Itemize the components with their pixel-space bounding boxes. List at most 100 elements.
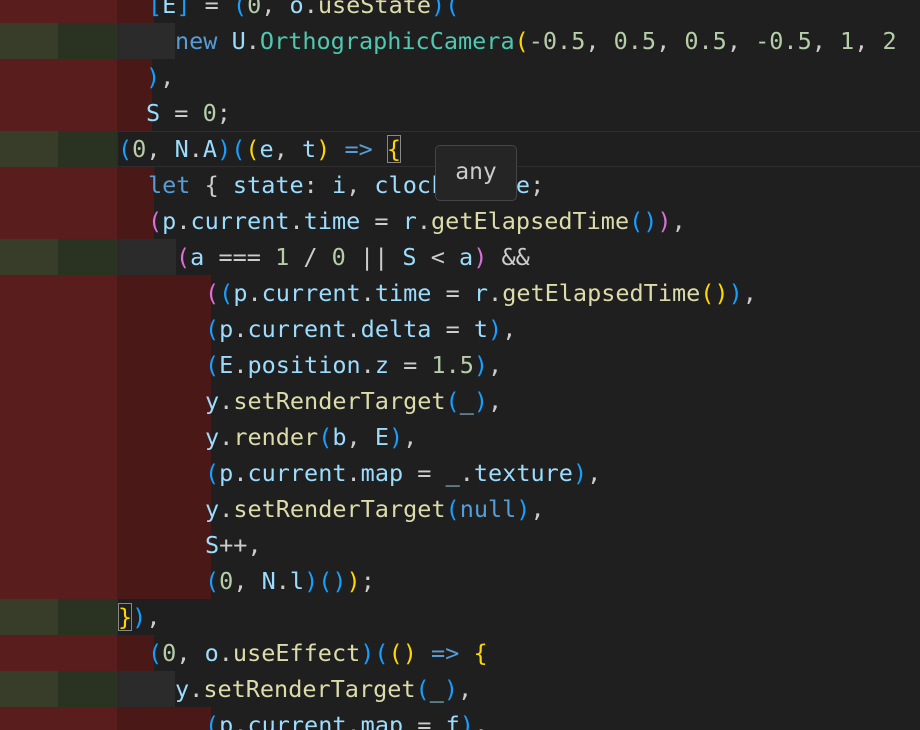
- code-text[interactable]: y.setRenderTarget(_),: [205, 383, 502, 419]
- code-token: ,: [585, 27, 614, 55]
- code-token: &&: [487, 243, 530, 271]
- code-text[interactable]: ),: [146, 59, 174, 95]
- code-text[interactable]: y.setRenderTarget(null),: [205, 491, 545, 527]
- code-token: <: [416, 243, 460, 271]
- code-token: 1: [840, 27, 855, 55]
- code-line[interactable]: (0, N.l)());: [0, 563, 920, 599]
- diff-gutter-marker: [58, 563, 117, 599]
- diff-gutter: [0, 59, 58, 95]
- code-token: S: [402, 243, 417, 271]
- code-line[interactable]: (p.current.delta = t),: [0, 311, 920, 347]
- code-text[interactable]: (p.current.time = r.getElapsedTime()),: [148, 203, 686, 239]
- code-token: b: [332, 423, 347, 451]
- indent-guide-region: [117, 671, 175, 707]
- diff-gutter: [0, 455, 58, 491]
- type-hover-tooltip: any: [435, 145, 517, 201]
- code-token: .: [303, 0, 318, 19]
- code-token: (: [415, 675, 430, 703]
- code-token: ,: [530, 495, 545, 523]
- code-token: .: [416, 207, 432, 235]
- code-token: ]: [176, 0, 191, 19]
- code-token: ): [332, 567, 347, 595]
- code-text[interactable]: (p.current.map = f),: [205, 707, 488, 730]
- code-token: (: [118, 135, 133, 163]
- code-line[interactable]: y.setRenderTarget(null),: [0, 491, 920, 527]
- code-line[interactable]: (E.position.z = 1.5),: [0, 347, 920, 383]
- code-token: texture: [473, 459, 573, 487]
- code-token: /: [289, 243, 332, 271]
- diff-gutter-marker: [58, 527, 117, 563]
- code-token: N: [261, 567, 276, 595]
- code-token: .: [219, 423, 234, 451]
- code-token: ): [217, 135, 232, 163]
- code-token: ): [657, 207, 672, 235]
- diff-gutter: [0, 275, 58, 311]
- code-token: ;: [360, 567, 375, 595]
- diff-gutter: [0, 239, 58, 275]
- code-line[interactable]: y.render(b, E),: [0, 419, 920, 455]
- code-token: =: [431, 315, 474, 343]
- code-text[interactable]: (a === 1 / 0 || S < a) &&: [176, 239, 530, 275]
- diff-removed-highlight: [117, 527, 211, 563]
- code-text[interactable]: [E] = (0, o.useState)(: [148, 0, 459, 23]
- code-token: p: [162, 207, 177, 235]
- code-line[interactable]: (a === 1 / 0 || S < a) &&: [0, 239, 920, 275]
- code-token: (: [232, 0, 248, 19]
- code-line[interactable]: (p.current.map = _.texture),: [0, 455, 920, 491]
- diff-removed-highlight: [117, 275, 211, 311]
- code-text[interactable]: y.render(b, E),: [205, 419, 417, 455]
- code-text[interactable]: S = 0;: [146, 95, 231, 131]
- diff-gutter: [0, 599, 58, 635]
- code-line[interactable]: S++,: [0, 527, 920, 563]
- diff-removed-highlight: [117, 347, 211, 383]
- code-line[interactable]: new U.OrthographicCamera(-0.5, 0.5, 0.5,…: [0, 23, 920, 59]
- diff-gutter: [0, 671, 58, 707]
- code-token: r: [402, 207, 417, 235]
- code-token: .: [346, 315, 361, 343]
- code-token: _: [445, 459, 460, 487]
- diff-gutter-marker: [58, 167, 117, 203]
- code-line[interactable]: (p.current.time = r.getElapsedTime()),: [0, 203, 920, 239]
- code-text[interactable]: (0, N.A)((e, t) => {: [118, 131, 402, 167]
- code-token: (: [445, 387, 460, 415]
- diff-gutter-marker: [58, 383, 117, 419]
- code-text[interactable]: y.setRenderTarget(_),: [175, 671, 472, 707]
- diff-gutter-marker: [58, 671, 117, 707]
- code-line[interactable]: S = 0;: [0, 95, 920, 131]
- code-text[interactable]: (p.current.delta = t),: [205, 311, 516, 347]
- code-token: ===: [204, 243, 276, 271]
- code-token: N: [174, 135, 189, 163]
- code-line[interactable]: }),: [0, 599, 920, 635]
- code-token: (: [514, 27, 529, 55]
- code-line[interactable]: ),: [0, 59, 920, 95]
- diff-gutter-marker: [58, 239, 117, 275]
- code-text[interactable]: new U.OrthographicCamera(-0.5, 0.5, 0.5,…: [175, 23, 897, 59]
- code-token: getElapsedTime: [431, 207, 630, 235]
- code-token: ++: [219, 531, 248, 559]
- code-text[interactable]: S++,: [205, 527, 262, 563]
- code-line[interactable]: y.setRenderTarget(_),: [0, 383, 920, 419]
- code-text[interactable]: }),: [118, 599, 160, 635]
- code-token: ): [132, 603, 147, 631]
- diff-gutter-marker: [58, 419, 117, 455]
- code-line[interactable]: [E] = (0, o.useState)(: [0, 0, 920, 23]
- code-text[interactable]: ((p.current.time = r.getElapsedTime()),: [205, 275, 757, 311]
- code-token: let: [148, 171, 191, 199]
- code-line[interactable]: ((p.current.time = r.getElapsedTime()),: [0, 275, 920, 311]
- diff-gutter: [0, 131, 58, 167]
- code-text[interactable]: (E.position.z = 1.5),: [205, 347, 502, 383]
- code-line[interactable]: (p.current.map = f),: [0, 707, 920, 730]
- code-line[interactable]: y.setRenderTarget(_),: [0, 671, 920, 707]
- code-token: (: [205, 459, 220, 487]
- code-token: S: [205, 531, 220, 559]
- code-text[interactable]: (p.current.map = _.texture),: [205, 455, 601, 491]
- code-token: ,: [488, 351, 503, 379]
- code-editor[interactable]: [E] = (0, o.useState)(new U.Orthographic…: [0, 0, 920, 730]
- code-text[interactable]: (0, o.useEffect)(() => {: [148, 635, 488, 671]
- code-token: =: [160, 99, 203, 127]
- code-token: ,: [273, 135, 302, 163]
- diff-gutter-marker: [58, 95, 117, 131]
- code-token: setRenderTarget: [203, 675, 416, 703]
- code-line[interactable]: (0, o.useEffect)(() => {: [0, 635, 920, 671]
- code-text[interactable]: (0, N.l)());: [205, 563, 375, 599]
